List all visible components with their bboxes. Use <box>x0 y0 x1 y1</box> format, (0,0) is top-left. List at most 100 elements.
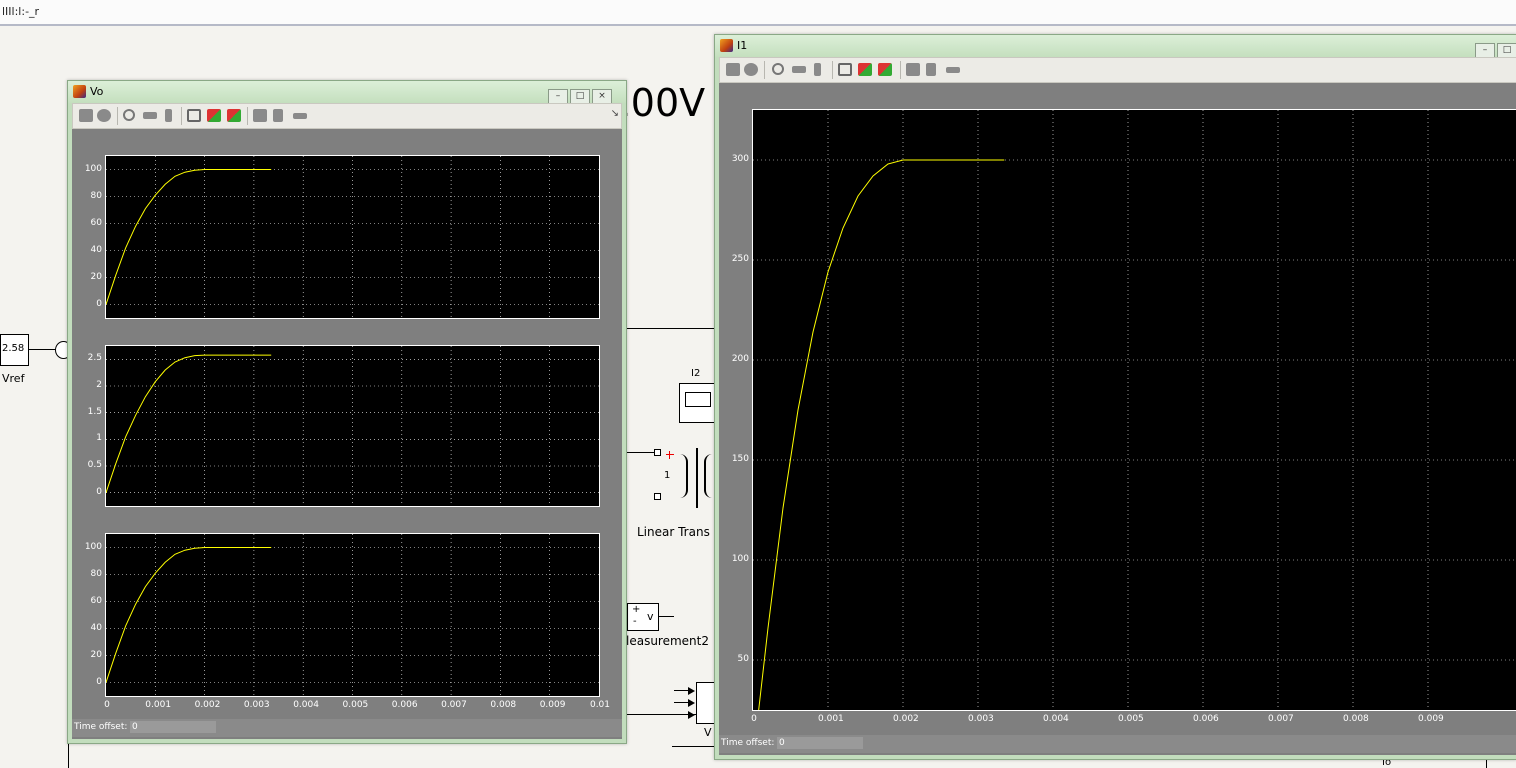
y-tick-label: 1.5 <box>87 406 102 417</box>
vo-axes-1[interactable]: 0 20 40 60 80 100 <box>85 155 600 319</box>
voltage-measurement-block[interactable]: + - v <box>627 603 659 631</box>
x-tick-label: 0.009 <box>1418 714 1444 724</box>
scope-i2-label: I2 <box>691 368 701 379</box>
floating-scope-icon[interactable] <box>253 109 267 122</box>
signal-select-icon[interactable] <box>946 67 960 73</box>
x-tick-label: 0 <box>104 700 110 710</box>
print-icon[interactable] <box>726 63 740 76</box>
y-tick-label: 0.5 <box>87 460 102 470</box>
x-tick-label: 0.003 <box>968 714 994 724</box>
i1-toolbar <box>719 57 1516 83</box>
print-icon[interactable] <box>79 109 93 122</box>
vref-constant-block[interactable]: 2.58 <box>0 334 29 366</box>
vo-axes-3[interactable]: 0 20 40 60 80 100 0 0.001 0.002 0.003 0.004 0.005 0.… <box>85 533 610 710</box>
time-offset-value: 0 <box>777 737 863 749</box>
x-tick-label: 0.005 <box>1118 714 1144 724</box>
y-tick-label: 2.5 <box>87 353 102 364</box>
wire-3 <box>658 616 674 617</box>
y-tick-label: 80 <box>90 190 102 201</box>
y-tick-label: 200 <box>731 354 749 364</box>
x-tick-label: 0.004 <box>293 700 319 710</box>
transformer-winding-number: 1 <box>664 470 671 481</box>
lock-icon[interactable] <box>273 109 283 122</box>
signal-trace <box>106 169 272 305</box>
vo-status-bar: Time offset: 0 <box>72 719 622 737</box>
signal-select-icon[interactable] <box>293 113 307 119</box>
vo-plot-area: 0 20 40 60 80 100 0 0.5 1 1.5 2 2.5 0 20 40 60 80 100 0 0… <box>72 129 622 739</box>
i1-axes[interactable]: 50 100 150 200 250 300 0 0.001 0.002 0.003 0.004 0.… <box>732 109 1516 724</box>
y-tick-label: 40 <box>90 244 102 255</box>
x-tick-label: 0.01 <box>589 700 611 710</box>
time-offset-label: Time offset: <box>721 738 775 748</box>
vo-title-bar[interactable]: Vo – □ × <box>68 81 626 104</box>
scope-window-vo[interactable]: Vo – □ × ↘ 0 20 40 60 80 100 0 0.5 1 1.5 2 2.5 0 20 40… <box>67 80 627 744</box>
wire-5 <box>672 746 716 747</box>
x-tick-label: 0.006 <box>391 700 418 710</box>
i1-window-title: I1 <box>737 39 748 52</box>
matlab-icon <box>73 85 86 98</box>
y-tick-label: 300 <box>731 154 749 164</box>
x-tick-label: 0.001 <box>818 714 844 724</box>
y-tick-label: 150 <box>731 454 749 464</box>
plus-sign: + <box>632 604 641 615</box>
x-tick-label: 0.002 <box>893 714 919 724</box>
x-tick-label: 0.001 <box>145 700 172 710</box>
floating-scope-icon[interactable] <box>906 63 920 76</box>
scope-window-i1[interactable]: I1 – □ 50 100 150 200 250 300 0 0.001 0.002 0.003 0… <box>714 34 1516 760</box>
y-tick-label: 1 <box>96 433 102 444</box>
vo-axes-2[interactable]: 0 0.5 1 1.5 2 2.5 <box>88 345 600 507</box>
restore-axes-icon[interactable] <box>878 63 892 76</box>
x-tick-label: 0.009 <box>539 700 566 710</box>
i1-plot-area: 50 100 150 200 250 300 0 0.001 0.002 0.003 0.004 0.… <box>719 83 1516 755</box>
lock-icon[interactable] <box>926 63 936 76</box>
transformer-block[interactable]: 1 <box>654 448 716 508</box>
app-title-bar: lIIl:l:-_r <box>0 0 1516 26</box>
close-button[interactable]: × <box>592 89 612 104</box>
signal-trace <box>758 159 1005 710</box>
y-tick-label: 100 <box>731 554 749 564</box>
y-tick-label: 20 <box>90 271 102 282</box>
y-tick-label: 2 <box>96 380 102 390</box>
save-axes-icon[interactable] <box>858 63 872 76</box>
vref-signal-line <box>28 349 58 350</box>
zoom-y-icon[interactable] <box>165 109 172 122</box>
expand-icon[interactable]: ↘ <box>611 108 619 119</box>
wire-4 <box>626 714 696 715</box>
wire-1 <box>626 328 716 329</box>
x-tick-label: 0.006 <box>1193 714 1219 724</box>
minus-sign: - <box>633 616 637 627</box>
maximize-button[interactable]: □ <box>1497 43 1516 58</box>
restore-axes-icon[interactable] <box>227 109 241 122</box>
left-wire <box>68 740 69 768</box>
minimize-button[interactable]: – <box>548 89 568 104</box>
y-tick-label: 0 <box>96 676 102 687</box>
wire-2 <box>626 452 656 453</box>
x-tick-label: 0.008 <box>490 700 517 710</box>
y-tick-label: 20 <box>90 649 102 660</box>
zoom-x-icon[interactable] <box>792 66 806 73</box>
x-tick-label: 0.005 <box>342 700 369 710</box>
vo-scope-block-label: V <box>704 726 712 739</box>
save-axes-icon[interactable] <box>207 109 221 122</box>
zoom-icon[interactable] <box>123 109 135 121</box>
time-offset-value: 0 <box>130 721 216 733</box>
y-tick-label: 250 <box>731 254 749 264</box>
i1-title-bar[interactable]: I1 – □ <box>715 35 1516 58</box>
maximize-button[interactable]: □ <box>570 89 590 104</box>
y-tick-label: 80 <box>90 568 102 579</box>
y-tick-label: 0 <box>96 298 102 309</box>
parameters-icon[interactable] <box>744 63 758 76</box>
autoscale-icon[interactable] <box>838 63 852 76</box>
zoom-x-icon[interactable] <box>143 112 157 119</box>
zoom-y-icon[interactable] <box>814 63 821 76</box>
minimize-button[interactable]: – <box>1475 43 1495 58</box>
zoom-icon[interactable] <box>772 63 784 75</box>
parameters-icon[interactable] <box>97 109 111 122</box>
y-tick-label: 100 <box>84 163 102 174</box>
matlab-icon <box>720 39 733 52</box>
scope-i2-block[interactable] <box>679 383 717 423</box>
x-tick-label: 0.007 <box>441 700 467 710</box>
time-offset-label: Time offset: <box>74 722 128 732</box>
x-tick-label: 0.003 <box>243 700 270 710</box>
autoscale-icon[interactable] <box>187 109 201 122</box>
